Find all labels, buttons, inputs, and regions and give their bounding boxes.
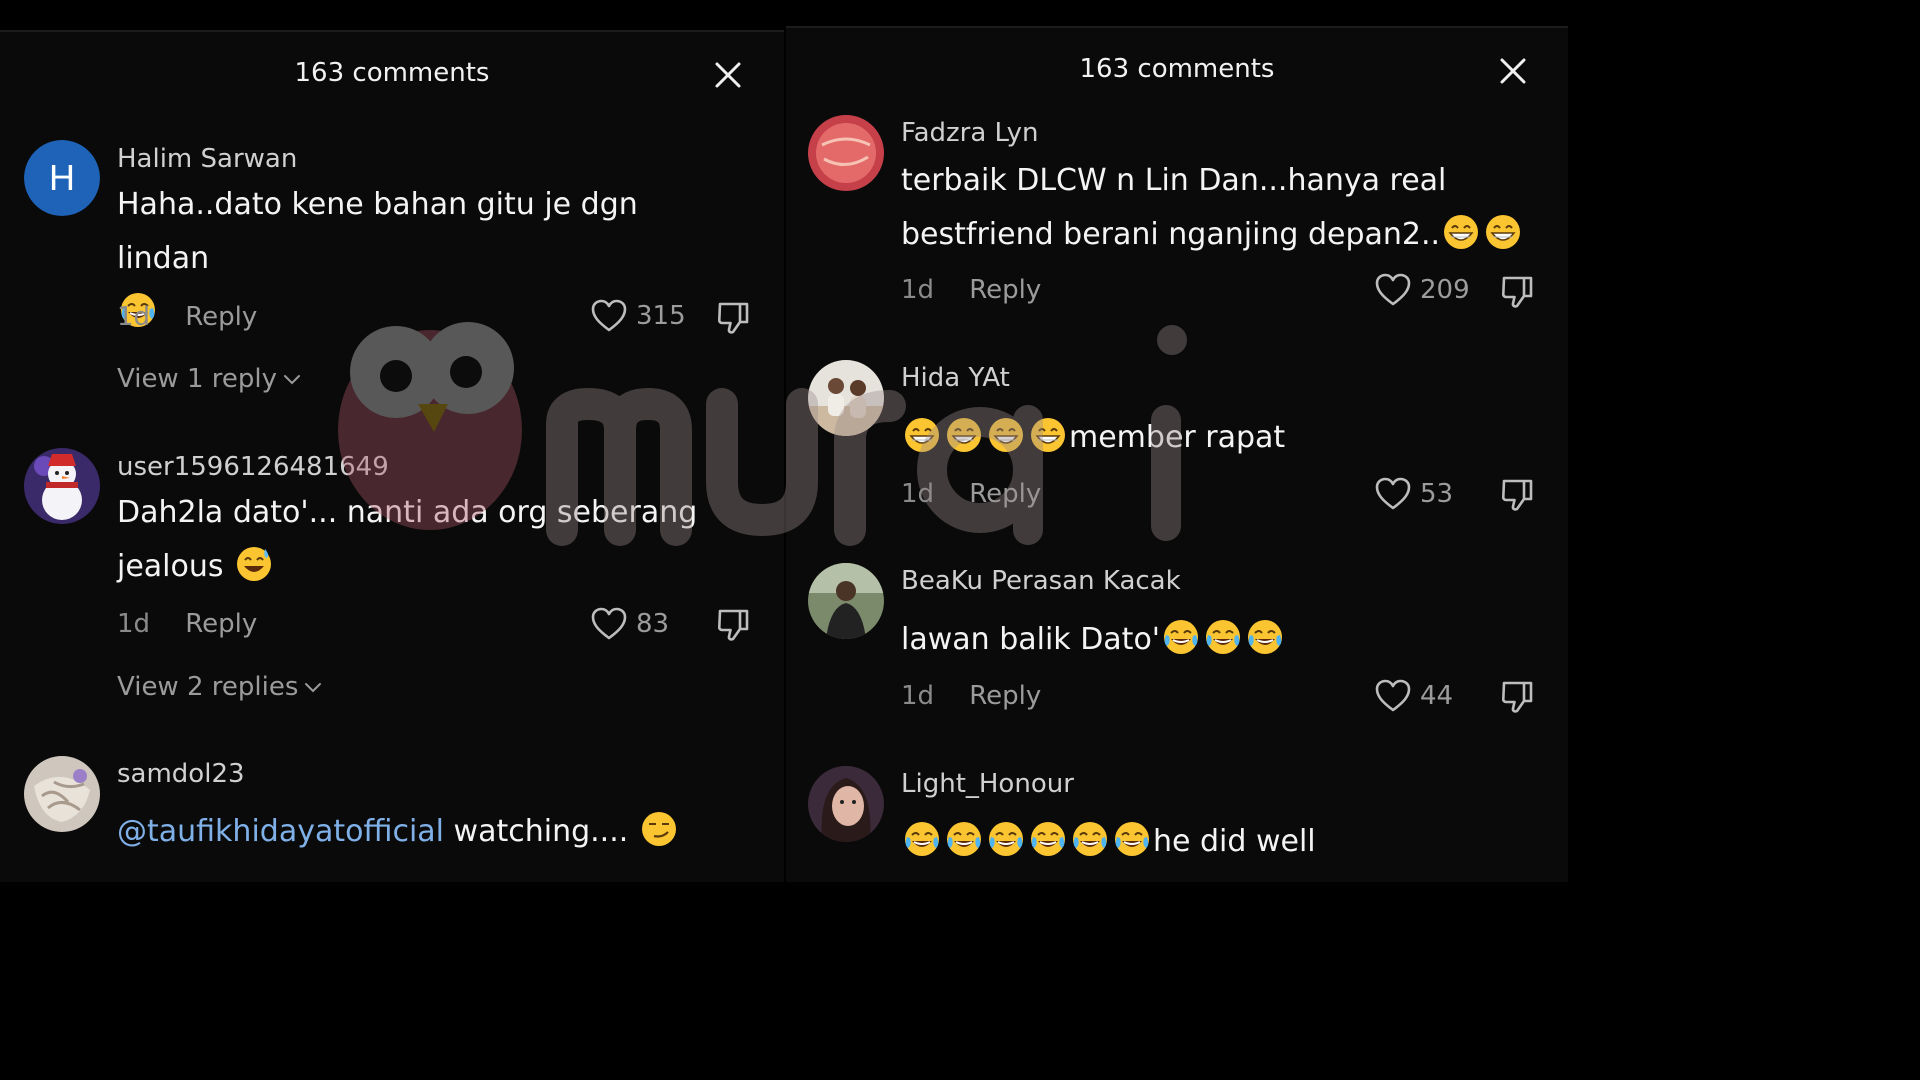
heart-icon <box>590 298 628 334</box>
comment-meta: 1d Reply <box>117 302 257 332</box>
comment-text: terbaik DLCW n Lin Dan...hanya real best… <box>901 154 1531 262</box>
comments-count-title: 163 comments <box>1079 54 1275 84</box>
comments-header: 163 comments <box>0 32 784 118</box>
reply-button[interactable]: Reply <box>969 275 1041 305</box>
like-button[interactable]: 83 <box>590 606 669 642</box>
comment-age: 1d <box>901 275 935 305</box>
face-with-tears-of-joy-icon <box>1204 618 1242 656</box>
comment-text-line: bestfriend berani nganjing depan2.. <box>901 217 1441 252</box>
comment-text-body: lawan balik Dato' <box>901 622 1161 657</box>
comment-age: 1d <box>901 479 935 509</box>
view-replies-button[interactable]: View 1 reply <box>117 364 301 394</box>
avatar[interactable] <box>808 115 884 191</box>
heart-icon <box>590 606 628 642</box>
dislike-icon[interactable] <box>1500 679 1534 715</box>
mention-link[interactable]: @taufikhidayatofficial <box>117 814 444 849</box>
reply-button[interactable]: Reply <box>969 681 1041 711</box>
comment-text-body: member rapat <box>1069 420 1286 455</box>
like-count: 315 <box>636 301 686 331</box>
close-icon[interactable] <box>1498 56 1528 86</box>
close-icon[interactable] <box>713 60 743 90</box>
comment-username[interactable]: user1596126481649 <box>117 452 389 482</box>
heart-icon <box>1374 476 1412 512</box>
comment-text-body: he did well <box>1153 824 1316 859</box>
face-with-tears-of-joy-icon <box>945 820 983 858</box>
reply-button[interactable]: Reply <box>969 479 1041 509</box>
face-with-tears-of-joy-icon <box>1029 820 1067 858</box>
comment-meta: 1d Reply <box>901 681 1041 711</box>
avatar[interactable] <box>808 563 884 639</box>
avatar[interactable] <box>808 360 884 436</box>
heart-icon <box>1374 272 1412 308</box>
like-count: 53 <box>1420 479 1454 509</box>
view-replies-label: View 2 replies <box>117 672 299 702</box>
comment-age: 1d <box>117 609 151 639</box>
smirking-face-icon <box>640 810 678 848</box>
like-button[interactable]: 209 <box>1374 272 1470 308</box>
dislike-icon[interactable] <box>1500 477 1534 513</box>
face-with-tears-of-joy-icon <box>1246 618 1284 656</box>
reply-button[interactable]: Reply <box>185 609 257 639</box>
comment-text: @taufikhidayatofficial watching.... <box>117 805 777 859</box>
avatar[interactable] <box>24 448 100 524</box>
avatar[interactable] <box>808 766 884 842</box>
comment-username[interactable]: Hida YAt <box>901 363 1010 393</box>
comment-text: member rapat <box>901 411 1531 465</box>
grinning-face-with-sweat-icon <box>235 545 273 583</box>
comment-text-line: terbaik DLCW n Lin Dan...hanya real <box>901 163 1447 198</box>
comment-age: 1d <box>117 302 151 332</box>
like-count: 209 <box>1420 275 1470 305</box>
comment-text-body: Haha..dato kene bahan gitu je dgn lindan <box>117 187 638 276</box>
face-with-tears-of-joy-icon <box>903 820 941 858</box>
avatar[interactable]: H <box>24 140 100 216</box>
comment-text-line: Dah2la dato'... nanti ada org seberang <box>117 495 698 530</box>
comment-text: lawan balik Dato' <box>901 613 1531 667</box>
comment-age: 1d <box>901 681 935 711</box>
comment-meta: 1d Reply <box>901 275 1041 305</box>
face-with-tears-of-joy-icon <box>1071 820 1109 858</box>
reply-button[interactable]: Reply <box>185 302 257 332</box>
face-with-tears-of-joy-icon <box>1113 820 1151 858</box>
comment-text-line: jealous <box>117 549 224 584</box>
view-replies-label: View 1 reply <box>117 364 277 394</box>
avatar-letter: H <box>49 157 75 198</box>
beaming-face-icon <box>903 416 941 454</box>
comments-count-title: 163 comments <box>294 58 490 88</box>
like-button[interactable]: 53 <box>1374 476 1453 512</box>
comment-username[interactable]: samdol23 <box>117 759 245 789</box>
comment-username[interactable]: BeaKu Perasan Kacak <box>901 566 1181 596</box>
beaming-face-icon <box>1029 416 1067 454</box>
beaming-face-icon <box>1442 213 1480 251</box>
dislike-icon[interactable] <box>716 300 750 336</box>
dislike-icon[interactable] <box>1500 274 1534 310</box>
face-with-tears-of-joy-icon <box>1162 618 1200 656</box>
comment-meta: 1d Reply <box>117 609 257 639</box>
chevron-down-icon <box>283 373 301 385</box>
comments-header: 163 comments <box>786 28 1568 114</box>
comment-username[interactable]: Fadzra Lyn <box>901 118 1039 148</box>
beaming-face-icon <box>987 416 1025 454</box>
comments-panel-left: 163 comments H Halim Sarwan Haha..dato k… <box>0 30 784 882</box>
heart-icon <box>1374 678 1412 714</box>
comments-panel-right: 163 comments Fadzra Lyn terbaik DLCW n L… <box>786 26 1568 882</box>
chevron-down-icon <box>304 681 322 693</box>
like-count: 83 <box>636 609 670 639</box>
beaming-face-icon <box>1484 213 1522 251</box>
avatar[interactable] <box>24 756 100 832</box>
comment-text: he did well <box>901 815 1531 869</box>
dislike-icon[interactable] <box>716 607 750 643</box>
comment-meta: 1d Reply <box>901 479 1041 509</box>
like-button[interactable]: 315 <box>590 298 686 334</box>
comment-username[interactable]: Light_Honour <box>901 769 1074 799</box>
comment-text: Dah2la dato'... nanti ada org seberang j… <box>117 486 737 594</box>
face-with-tears-of-joy-icon <box>987 820 1025 858</box>
beaming-face-icon <box>945 416 983 454</box>
comment-text-body: watching.... <box>444 814 629 849</box>
like-count: 44 <box>1420 681 1454 711</box>
view-replies-button[interactable]: View 2 replies <box>117 672 322 702</box>
like-button[interactable]: 44 <box>1374 678 1453 714</box>
comment-username[interactable]: Halim Sarwan <box>117 144 297 174</box>
